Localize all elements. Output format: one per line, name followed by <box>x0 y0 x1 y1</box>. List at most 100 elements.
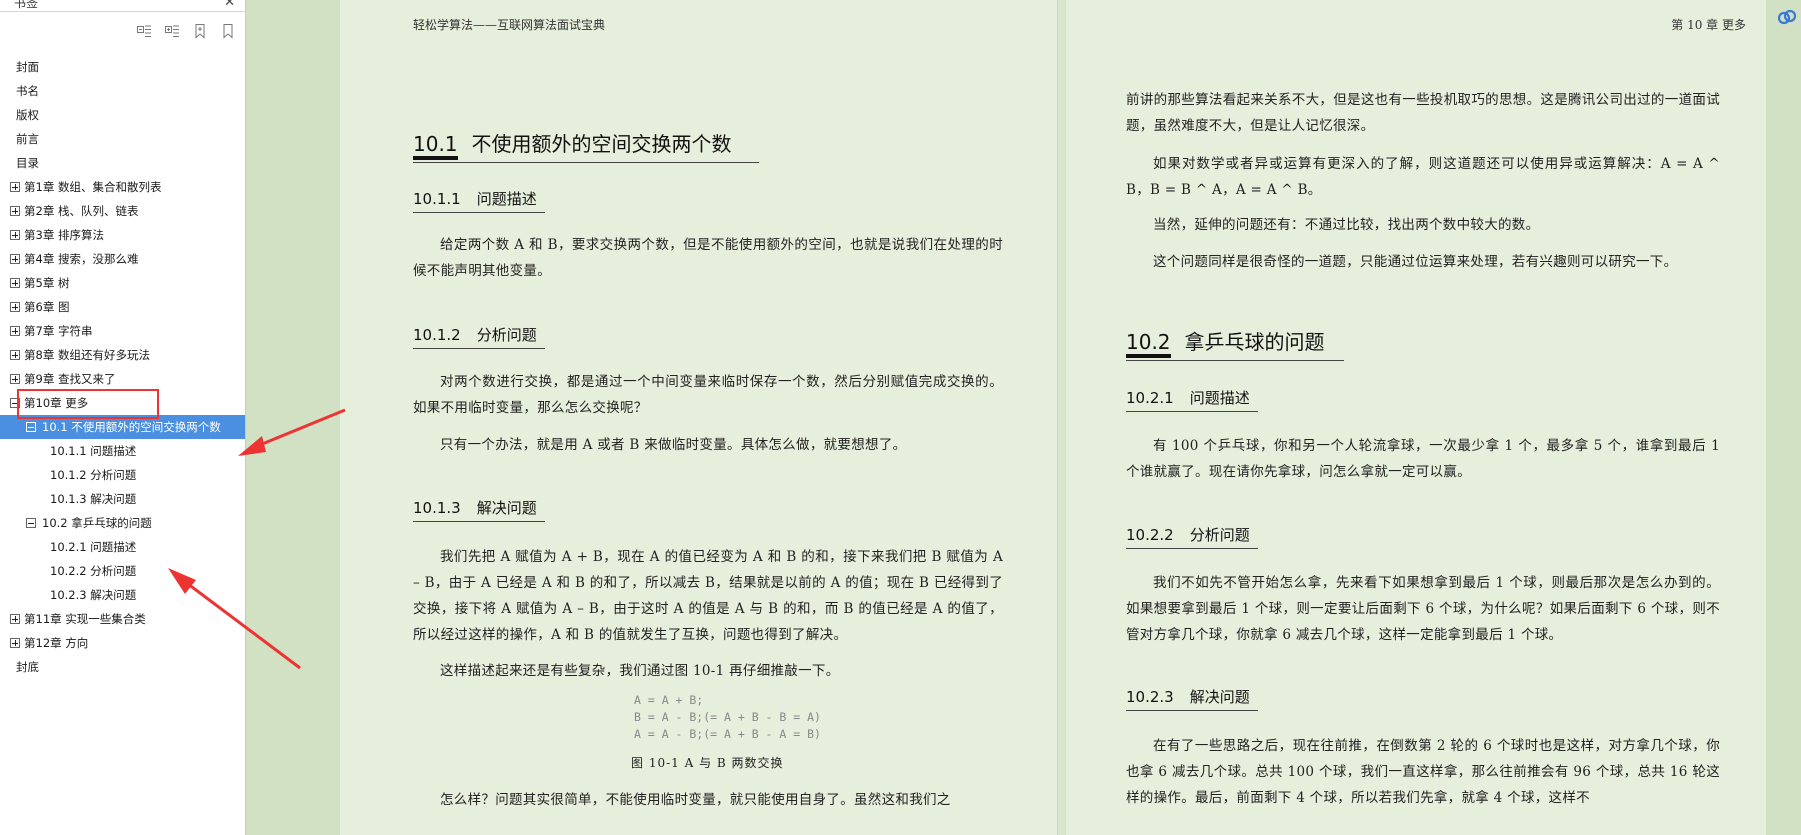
expand-icon[interactable] <box>10 350 20 360</box>
cloud-sync-icon[interactable] <box>1776 6 1798 28</box>
bookmark-item[interactable]: 10.1 不使用额外的空间交换两个数 <box>0 415 245 439</box>
subsection-title-10-2-1: 10.2.1 问题描述 <box>1126 387 1258 412</box>
expand-icon[interactable] <box>10 206 20 216</box>
bookmark-item-label: 第10章 更多 <box>24 396 89 410</box>
paragraph: 前讲的那些算法看起来关系不大，但是这也有一些投机取巧的思想。这是腾讯公司出过的一… <box>1126 92 1720 134</box>
bookmark-item[interactable]: 第5章 树 <box>0 271 245 295</box>
bookmark-item[interactable]: 目录 <box>0 151 245 175</box>
paragraph: 怎么样？问题其实很简单，不能使用临时变量，就只能使用自身了。虽然这和我们之 <box>440 792 951 808</box>
paragraph: 在有了一些思路之后，现在往前推，在倒数第 2 轮的 6 个球时也是这样，对方拿几… <box>1126 738 1720 806</box>
bookmark-tree: 封面书名版权前言目录第1章 数组、集合和散列表 第2章 栈、队列、链表 第3章 排序… <box>0 55 245 679</box>
bookmark-item[interactable]: 10.2.1 问题描述 <box>0 535 245 559</box>
expand-icon[interactable] <box>10 326 20 336</box>
bookmark-item[interactable]: 10.1.1 问题描述 <box>0 439 245 463</box>
paragraph: 给定两个数 A 和 B，要求交换两个数，但是不能使用额外的空间，也就是说我们在处… <box>413 237 1003 279</box>
expand-icon[interactable] <box>10 254 20 264</box>
expand-icon[interactable] <box>10 614 20 624</box>
bookmark-item-label: 10.1.3 解决问题 <box>50 492 137 506</box>
section-title-10-1: 10.1 不使用额外的空间交换两个数 <box>413 128 759 163</box>
paragraph: 这样描述起来还是有些复杂，我们通过图 10-1 再仔细推敲一下。 <box>440 663 840 679</box>
bookmark-item[interactable]: 第3章 排序算法 <box>0 223 245 247</box>
code-line: A = A + B; <box>634 693 704 707</box>
bookmark-item-label: 10.2.1 问题描述 <box>50 540 137 554</box>
close-icon[interactable]: ✕ <box>224 0 235 10</box>
bookmark-item-label: 第1章 数组、集合和散列表 <box>24 180 162 194</box>
sidebar-title: 书签 <box>14 0 39 10</box>
paragraph: 我们先把 A 赋值为 A + B，现在 A 的值已经变为 A 和 B 的和，接下… <box>413 549 1003 643</box>
code-line: A = A - B;(= A + B - A = B) <box>634 727 821 741</box>
section-title-10-2: 10.2 拿乒乓球的问题 <box>1126 326 1344 361</box>
paragraph: 只有一个办法，就是用 A 或者 B 来做临时变量。具体怎么做，就要想想了。 <box>440 437 907 453</box>
bookmark-item-label: 封底 <box>16 660 39 674</box>
bookmark-item-label: 10.1 不使用额外的空间交换两个数 <box>42 420 221 434</box>
reader-gutter-right <box>1766 0 1801 835</box>
sidebar-toolbar <box>133 20 239 44</box>
expand-icon[interactable] <box>10 302 20 312</box>
reader-gutter-center <box>1058 0 1066 835</box>
subsection-title-10-2-3: 10.2.3 解决问题 <box>1126 686 1258 711</box>
subsection-title-10-1-2: 10.1.2 分析问题 <box>413 324 545 349</box>
collapse-icon[interactable] <box>10 398 20 408</box>
bookmark-item-label: 10.1.2 分析问题 <box>50 468 137 482</box>
bookmark-item-label: 10.1.1 问题描述 <box>50 444 137 458</box>
code-line: B = A - B;(= A + B - B = A) <box>634 710 821 724</box>
expand-icon[interactable] <box>10 278 20 288</box>
bookmark-item[interactable]: 第9章 查找又来了 <box>0 367 245 391</box>
bookmark-item-label: 第7章 字符串 <box>24 324 93 338</box>
expand-all-icon[interactable] <box>161 20 183 42</box>
bookmark-item-label: 第2章 栈、队列、链表 <box>24 204 139 218</box>
bookmark-item[interactable]: 第10章 更多 <box>0 391 245 415</box>
paragraph: 对两个数进行交换，都是通过一个中间变量来临时保存一个数，然后分别赋值完成交换的。… <box>413 374 1003 416</box>
bookmark-item-label: 第9章 查找又来了 <box>24 372 116 386</box>
add-bookmark-icon[interactable] <box>189 20 211 42</box>
bookmark-item[interactable]: 第2章 栈、队列、链表 <box>0 199 245 223</box>
bookmark-item[interactable]: 10.1.2 分析问题 <box>0 463 245 487</box>
bookmark-item-label: 版权 <box>16 108 39 122</box>
expand-icon[interactable] <box>10 182 20 192</box>
bookmark-item-label: 第12章 方向 <box>24 636 89 650</box>
bookmark-item-label: 第4章 搜索，没那么难 <box>24 252 139 266</box>
collapse-icon[interactable] <box>26 422 36 432</box>
paragraph: 如果对数学或者异或运算有更深入的了解，则这道题还可以使用异或运算解决：A = A… <box>1126 156 1721 198</box>
bookmark-item[interactable]: 10.2 拿乒乓球的问题 <box>0 511 245 535</box>
paragraph: 有 100 个乒乓球，你和另一个人轮流拿球，一次最少拿 1 个，最多拿 5 个，… <box>1126 438 1720 480</box>
bookmark-item[interactable]: 第12章 方向 <box>0 631 245 655</box>
bookmark-item[interactable]: 第6章 图 <box>0 295 245 319</box>
paragraph: 这个问题同样是很奇怪的一道题，只能通过位运算来处理，若有兴趣则可以研究一下。 <box>1153 254 1678 270</box>
bookmark-item[interactable]: 10.2.3 解决问题 <box>0 583 245 607</box>
bookmark-item[interactable]: 第4章 搜索，没那么难 <box>0 247 245 271</box>
bookmark-item[interactable]: 第1章 数组、集合和散列表 <box>0 175 245 199</box>
bookmark-item[interactable]: 版权 <box>0 103 245 127</box>
bookmark-sidebar: 书签 ✕ 封面 书名 版权 前言 目录 第1章 数组、集合和散列表 第2章 栈、队列、链表第… <box>0 0 246 835</box>
bookmark-icon[interactable] <box>217 20 239 42</box>
bookmark-item-label: 第11章 实现一些集合类 <box>24 612 146 626</box>
subsection-title-10-2-2: 10.2.2 分析问题 <box>1126 524 1258 549</box>
collapse-icon[interactable] <box>26 518 36 528</box>
bookmark-item[interactable]: 10.1.3 解决问题 <box>0 487 245 511</box>
bookmark-item[interactable]: 封面 <box>0 55 245 79</box>
paragraph: 当然，延伸的问题还有：不通过比较，找出两个数中较大的数。 <box>1153 217 1540 233</box>
bookmark-item[interactable]: 书名 <box>0 79 245 103</box>
bookmark-item-label: 第6章 图 <box>24 300 70 314</box>
bookmark-item[interactable]: 第8章 数组还有好多玩法 <box>0 343 245 367</box>
bookmark-item-label: 第3章 排序算法 <box>24 228 104 242</box>
subsection-title-10-1-1: 10.1.1 问题描述 <box>413 188 545 213</box>
subsection-title-10-1-3: 10.1.3 解决问题 <box>413 497 545 522</box>
running-head-left: 轻松学算法——互联网算法面试宝典 <box>413 18 606 32</box>
bookmark-item[interactable]: 第7章 字符串 <box>0 319 245 343</box>
figure-caption: 图 10-1 A 与 B 两数交换 <box>631 756 784 770</box>
bookmark-item[interactable]: 第11章 实现一些集合类 <box>0 607 245 631</box>
bookmark-item-label: 目录 <box>16 156 39 170</box>
bookmark-item[interactable]: 前言 <box>0 127 245 151</box>
bookmark-item[interactable]: 封底 <box>0 655 245 679</box>
book-page-right: 第 10 章 更多 前讲的那些算法看起来关系不大，但是这也有一些投机取巧的思想。… <box>1066 0 1766 835</box>
bookmark-item-label: 书名 <box>16 84 39 98</box>
bookmark-item[interactable]: 10.2.2 分析问题 <box>0 559 245 583</box>
sidebar-header: 书签 ✕ <box>0 0 245 12</box>
expand-icon[interactable] <box>10 374 20 384</box>
expand-icon[interactable] <box>10 638 20 648</box>
bookmark-item-label: 封面 <box>16 60 39 74</box>
bookmark-item-label: 第5章 树 <box>24 276 70 290</box>
expand-icon[interactable] <box>10 230 20 240</box>
collapse-all-icon[interactable] <box>133 20 155 42</box>
